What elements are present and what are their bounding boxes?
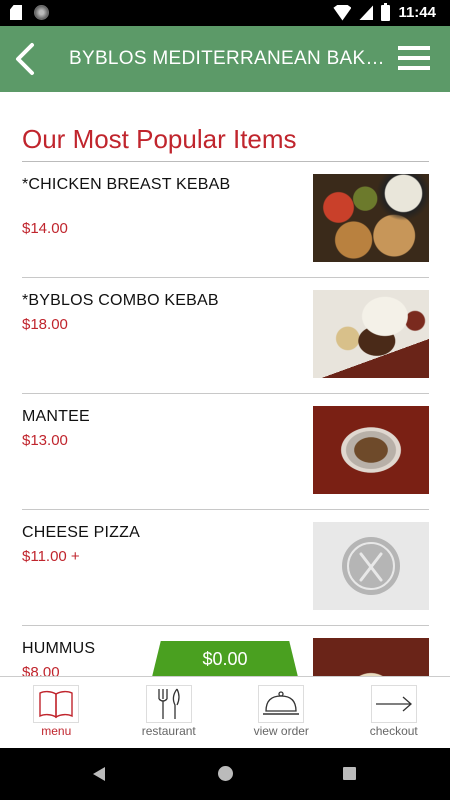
cloche-icon <box>258 685 305 723</box>
nav-back-icon[interactable] <box>93 767 105 781</box>
wifi-icon <box>333 4 352 21</box>
item-price: $14.00 <box>22 220 68 237</box>
order-total-button[interactable]: $0.00 <box>152 641 298 677</box>
system-nav-bar <box>0 748 450 800</box>
tab-label: restaurant <box>141 724 196 738</box>
hamburger-menu-button[interactable] <box>398 44 432 72</box>
item-name: *CHICKEN BREAST KEBAB <box>22 176 231 193</box>
tab-checkout[interactable]: checkout <box>338 677 450 748</box>
tab-label: view order <box>253 724 309 738</box>
back-button[interactable] <box>8 40 44 78</box>
section-title: Our Most Popular Items <box>22 124 297 154</box>
chevron-left-icon <box>16 43 34 75</box>
status-time: 11:44 <box>398 4 436 21</box>
tab-restaurant[interactable]: restaurant <box>113 677 226 748</box>
item-photo-placeholder <box>313 522 429 610</box>
menu-item[interactable]: *CHICKEN BREAST KEBAB $14.00 <box>22 162 429 278</box>
item-name: MANTEE <box>22 408 90 425</box>
item-photo <box>313 290 429 378</box>
fork-knife-icon <box>342 537 400 595</box>
tab-menu[interactable]: menu <box>0 677 113 748</box>
status-bar: 11:44 <box>0 0 450 26</box>
header-title: BYBLOS MEDITERRANEAN BAKE... <box>69 48 387 69</box>
menu-item[interactable]: MANTEE $13.00 <box>22 394 429 510</box>
item-photo <box>313 406 429 494</box>
item-name: *BYBLOS COMBO KEBAB <box>22 292 219 309</box>
book-icon <box>33 685 80 723</box>
tab-label: checkout <box>369 724 418 738</box>
sync-icon <box>34 5 49 20</box>
item-price: $11.00 + <box>22 548 80 565</box>
hamburger-icon <box>398 46 430 50</box>
item-name: CHEESE PIZZA <box>22 524 140 541</box>
nav-home-icon[interactable] <box>218 766 233 781</box>
signal-icon <box>359 5 374 20</box>
menu-item[interactable]: CHEESE PIZZA $11.00 + <box>22 510 429 626</box>
bottom-tab-bar: menu restaurant view order checkout <box>0 676 450 748</box>
battery-icon <box>381 2 391 21</box>
menu-item[interactable]: *BYBLOS COMBO KEBAB $18.00 <box>22 278 429 394</box>
sd-card-icon <box>10 5 22 20</box>
tab-view-order[interactable]: view order <box>225 677 338 748</box>
item-price: $13.00 <box>22 432 68 449</box>
fork-knife-icon <box>145 685 192 723</box>
item-photo <box>313 174 429 262</box>
arrow-right-icon <box>370 685 417 723</box>
app-header: BYBLOS MEDITERRANEAN BAKE... <box>0 26 450 92</box>
item-price: $18.00 <box>22 316 68 333</box>
nav-recents-icon[interactable] <box>343 767 356 780</box>
tab-label: menu <box>41 724 72 738</box>
